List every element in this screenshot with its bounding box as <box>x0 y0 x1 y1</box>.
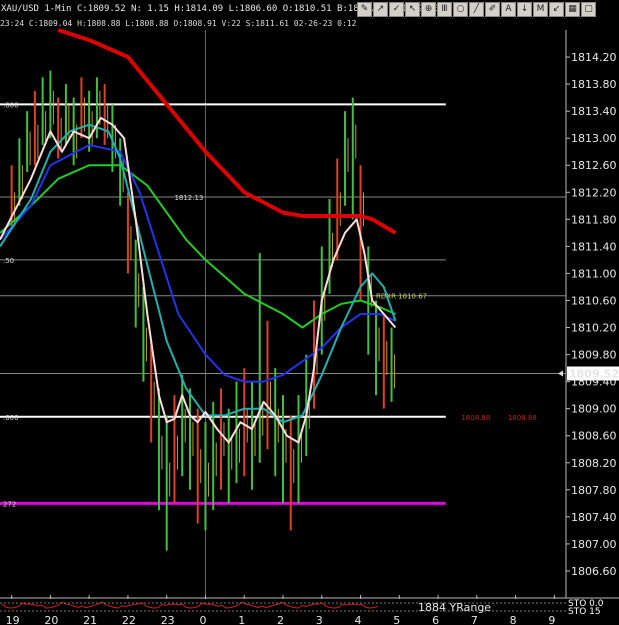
x-tick-label: 9 <box>548 614 555 625</box>
y-tick-label: 1810.20 <box>571 322 617 335</box>
circle-icon[interactable]: ○ <box>453 2 468 17</box>
price-annotation: RDXR 1810.67 <box>376 293 427 301</box>
bar-info: 23:24 C:1809.04 H:1808.88 L:1808.88 O:18… <box>0 19 357 28</box>
price-chart[interactable]: .000 .50 .000 272 1812.13 RDXR 1810.67 1808.8… <box>0 0 619 625</box>
mark-icon[interactable]: M <box>533 2 548 17</box>
current-price-label: 1809.52 <box>569 368 619 381</box>
y-tick-label: 1808.60 <box>571 430 617 443</box>
x-tick-label: 3 <box>316 614 323 625</box>
y-tick-label: 1807.40 <box>571 511 617 524</box>
level-label: .000 <box>3 414 19 422</box>
level-label: .000 <box>3 101 19 109</box>
y-tick-label: 1807.80 <box>571 484 617 497</box>
y-tick-label: 1806.60 <box>571 565 617 578</box>
y-tick-label: 1810.60 <box>571 294 617 307</box>
y-tick-label: 1814.20 <box>571 51 617 64</box>
x-tick-label: 6 <box>432 614 439 625</box>
x-tick-label: 20 <box>44 614 58 625</box>
x-tick-label: 7 <box>471 614 478 625</box>
y-tick-label: 1813.40 <box>571 105 617 118</box>
drawing-toolbar: ✎ ↗ ✓ ↖ ⊕ Ⅲ ○ ╱ ✐ A ↓ M ↙ ▦ ▢ <box>357 2 596 17</box>
x-tick-label: 23 <box>161 614 175 625</box>
y-tick-label: 1812.20 <box>571 186 617 199</box>
sub-header: 23:24 C:1809.04 H:1808.88 L:1808.88 O:18… <box>0 18 619 30</box>
cursor-icon[interactable]: ↖ <box>405 2 420 17</box>
x-tick-label: 4 <box>355 614 362 625</box>
x-tick-label: 2 <box>277 614 284 625</box>
y-tick-label: 1808.20 <box>571 457 617 470</box>
price-annotation: 1812.13 <box>174 194 203 202</box>
y-tick-label: 1813.00 <box>571 132 617 145</box>
level-label: 272 <box>3 500 16 508</box>
fib-icon[interactable]: Ⅲ <box>437 2 452 17</box>
arrow-icon[interactable]: ↗ <box>373 2 388 17</box>
x-tick-label: 21 <box>83 614 97 625</box>
calendar-icon[interactable]: ▦ <box>565 2 580 17</box>
line2-icon[interactable]: ╱ <box>469 2 484 17</box>
level-label: .50 <box>3 257 14 265</box>
x-tick-label: 22 <box>122 614 136 625</box>
y-tick-label: 1809.80 <box>571 349 617 362</box>
chart-header: XAU/USD 1-Min C:1809.52 N: 1.15 H:1814.0… <box>0 0 619 18</box>
y-tick-label: 1813.80 <box>571 78 617 91</box>
y-tick-label: 1811.00 <box>571 267 617 280</box>
price-annotation: 1808.88 <box>508 414 537 422</box>
y-tick-label: 1809.00 <box>571 403 617 416</box>
x-tick-label: 1 <box>238 614 245 625</box>
y-tick-label: 1811.80 <box>571 213 617 226</box>
ring-icon[interactable]: ⊕ <box>421 2 436 17</box>
window-icon[interactable]: ▢ <box>581 2 596 17</box>
pen-icon[interactable]: ✐ <box>485 2 500 17</box>
x-tick-label: 0 <box>199 614 206 625</box>
line-icon[interactable]: ✓ <box>389 2 404 17</box>
y-tick-label: 1812.60 <box>571 159 617 172</box>
indicator-label: 1884 YRange <box>418 601 491 614</box>
down-arrow-icon[interactable]: ↓ <box>517 2 532 17</box>
x-tick-label: 5 <box>393 614 400 625</box>
arrow2-icon[interactable]: ↙ <box>549 2 564 17</box>
text-icon[interactable]: A <box>501 2 516 17</box>
sto-label: STO 15 <box>568 607 601 617</box>
x-tick-label: 8 <box>510 614 517 625</box>
x-tick-label: 19 <box>6 614 20 625</box>
pencil-icon[interactable]: ✎ <box>357 2 372 17</box>
y-tick-label: 1807.00 <box>571 538 617 551</box>
price-annotation: 1808.88 <box>461 414 490 422</box>
y-tick-label: 1811.40 <box>571 240 617 253</box>
